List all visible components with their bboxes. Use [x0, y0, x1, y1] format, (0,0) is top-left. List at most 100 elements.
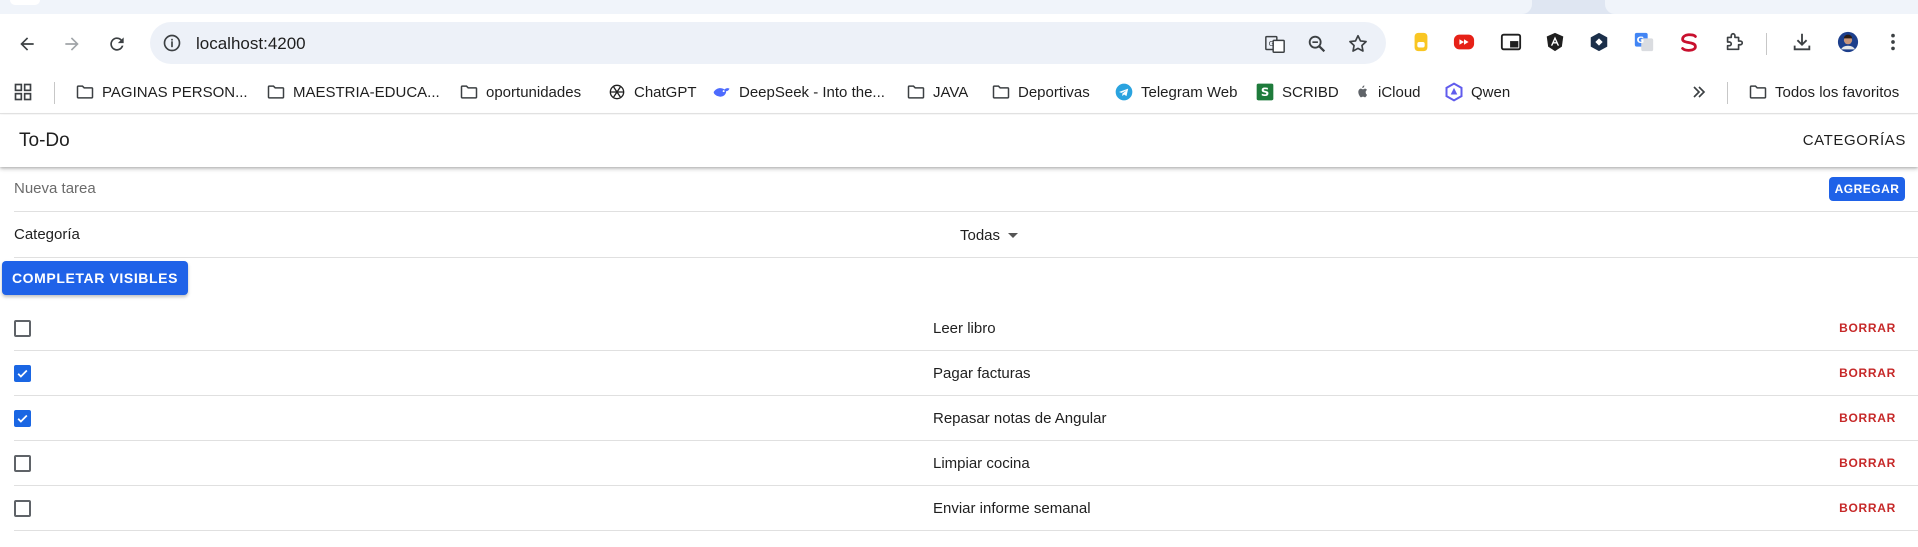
app-toolbar: To-Do CATEGORÍAS: [0, 115, 1918, 167]
folder-icon: [907, 85, 925, 99]
browser-menu-icon[interactable]: [1882, 31, 1904, 53]
bookmark-star-icon[interactable]: [1347, 33, 1369, 55]
row-divider: [14, 530, 1918, 531]
bookmark-label: oportunidades: [486, 83, 582, 101]
bookmarks-bar: PAGINAS PERSON... MAESTRIA-EDUCA... opor…: [0, 72, 1918, 114]
extension-pip-icon[interactable]: [1500, 31, 1522, 53]
bookmark-label: PAGINAS PERSON...: [102, 83, 248, 101]
categories-link[interactable]: CATEGORÍAS: [1803, 132, 1906, 149]
bookmark-label: Deportivas: [1018, 83, 1090, 101]
divider: [14, 257, 1918, 258]
bookmark-item[interactable]: Deportivas: [991, 80, 1090, 104]
new-task-input[interactable]: Nueva tarea: [14, 180, 96, 197]
toolbar-separator: [1766, 33, 1767, 55]
extension-notes-icon[interactable]: [1410, 31, 1432, 53]
apps-grid-icon[interactable]: [13, 80, 40, 104]
bookmark-label: ChatGPT: [634, 83, 697, 101]
tab-indicator: [10, 0, 40, 5]
downloads-icon[interactable]: [1791, 31, 1813, 53]
extension-angular-icon[interactable]: [1544, 31, 1566, 53]
forward-button[interactable]: [58, 30, 86, 58]
task-title: Repasar notas de Angular: [933, 410, 1107, 427]
task-checkbox[interactable]: [14, 410, 31, 427]
extension-youtube-icon[interactable]: [1453, 31, 1475, 53]
folder-icon: [267, 85, 285, 99]
task-row: Pagar facturas BORRAR: [0, 351, 1918, 396]
extensions-puzzle-icon[interactable]: [1723, 31, 1745, 53]
task-row: Enviar informe semanal BORRAR: [0, 486, 1918, 531]
telegram-icon: [1115, 83, 1133, 101]
reload-button[interactable]: [103, 30, 131, 58]
delete-task-button[interactable]: BORRAR: [1839, 366, 1896, 380]
folder-icon: [460, 85, 478, 99]
task-checkbox[interactable]: [14, 455, 31, 472]
task-row: Repasar notas de Angular BORRAR: [0, 396, 1918, 441]
bookmark-label: JAVA: [933, 83, 969, 101]
active-tab[interactable]: [0, 0, 1532, 14]
bookmark-item[interactable]: Qwen: [1444, 80, 1510, 104]
folder-icon: [1749, 85, 1767, 99]
task-checkbox[interactable]: [14, 500, 31, 517]
delete-task-button[interactable]: BORRAR: [1839, 456, 1896, 470]
bookmark-label: DeepSeek - Into the...: [739, 83, 885, 101]
more-bookmarks-chevron-icon[interactable]: [1689, 80, 1716, 104]
delete-task-button[interactable]: BORRAR: [1839, 501, 1896, 515]
zoom-icon[interactable]: [1306, 33, 1328, 55]
folder-icon: [76, 85, 94, 99]
deepseek-icon: [713, 88, 730, 97]
back-button[interactable]: [13, 30, 41, 58]
bookmark-item[interactable]: S SCRIBD: [1255, 80, 1339, 104]
bookmark-item[interactable]: iCloud: [1355, 80, 1421, 104]
bookmark-item[interactable]: ChatGPT: [607, 80, 697, 104]
browser-toolbar: localhost:4200 G: [0, 14, 1918, 72]
svg-text:S: S: [1261, 85, 1269, 99]
folder-icon: [992, 85, 1010, 99]
dropdown-caret-icon: [1008, 232, 1019, 238]
checkmark-icon: [17, 414, 28, 423]
forward-arrow-icon: [65, 37, 79, 51]
category-label: Categoría: [14, 226, 80, 243]
tab-strip-right: [1605, 0, 1918, 14]
delete-task-button[interactable]: BORRAR: [1839, 411, 1896, 425]
site-info-icon[interactable]: [162, 33, 182, 53]
extension-scribd-icon[interactable]: [1678, 31, 1700, 53]
back-arrow-icon: [20, 37, 34, 51]
bookmark-item[interactable]: JAVA: [906, 80, 968, 104]
translate-icon[interactable]: G: [1264, 33, 1286, 55]
apple-icon: [1358, 85, 1367, 98]
task-title: Pagar facturas: [933, 365, 1031, 382]
task-title: Enviar informe semanal: [933, 500, 1091, 517]
add-task-button[interactable]: AGREGAR: [1829, 177, 1905, 201]
extension-deepseek-icon[interactable]: [1588, 31, 1610, 53]
tab-strip: [0, 0, 1918, 14]
chatgpt-icon: [609, 84, 625, 100]
task-checkbox[interactable]: [14, 365, 31, 382]
task-row: Limpiar cocina BORRAR: [0, 441, 1918, 486]
qwen-icon: [1445, 82, 1463, 102]
all-bookmarks-label: Todos los favoritos: [1775, 83, 1900, 101]
bookmark-item[interactable]: DeepSeek - Into the...: [712, 80, 885, 104]
task-checkbox[interactable]: [14, 320, 31, 337]
delete-task-button[interactable]: BORRAR: [1839, 321, 1896, 335]
all-bookmarks-folder[interactable]: Todos los favoritos: [1748, 80, 1899, 104]
bookmark-item[interactable]: PAGINAS PERSON...: [75, 80, 248, 104]
svg-text:G: G: [1637, 35, 1645, 46]
reload-icon: [110, 37, 124, 51]
bookmark-label: iCloud: [1378, 83, 1421, 101]
extension-google-translate-icon[interactable]: G: [1633, 31, 1655, 53]
scribd-icon: S: [1256, 83, 1274, 101]
bookmark-item[interactable]: oportunidades: [459, 80, 581, 104]
address-bar[interactable]: localhost:4200 G: [150, 22, 1386, 64]
url-text[interactable]: localhost:4200: [196, 34, 306, 54]
category-select[interactable]: Todas: [960, 224, 1019, 246]
app-title: To-Do: [19, 130, 70, 151]
bookmark-item[interactable]: Telegram Web: [1114, 80, 1237, 104]
bookmark-label: SCRIBD: [1282, 83, 1339, 101]
svg-text:G: G: [1269, 39, 1275, 48]
complete-visible-button[interactable]: COMPLETAR VISIBLES: [2, 261, 188, 295]
bookmark-item[interactable]: MAESTRIA-EDUCA...: [266, 80, 440, 104]
profile-avatar[interactable]: [1837, 31, 1859, 53]
checkmark-icon: [17, 369, 28, 378]
task-title: Limpiar cocina: [933, 455, 1030, 472]
divider: [14, 211, 1918, 212]
